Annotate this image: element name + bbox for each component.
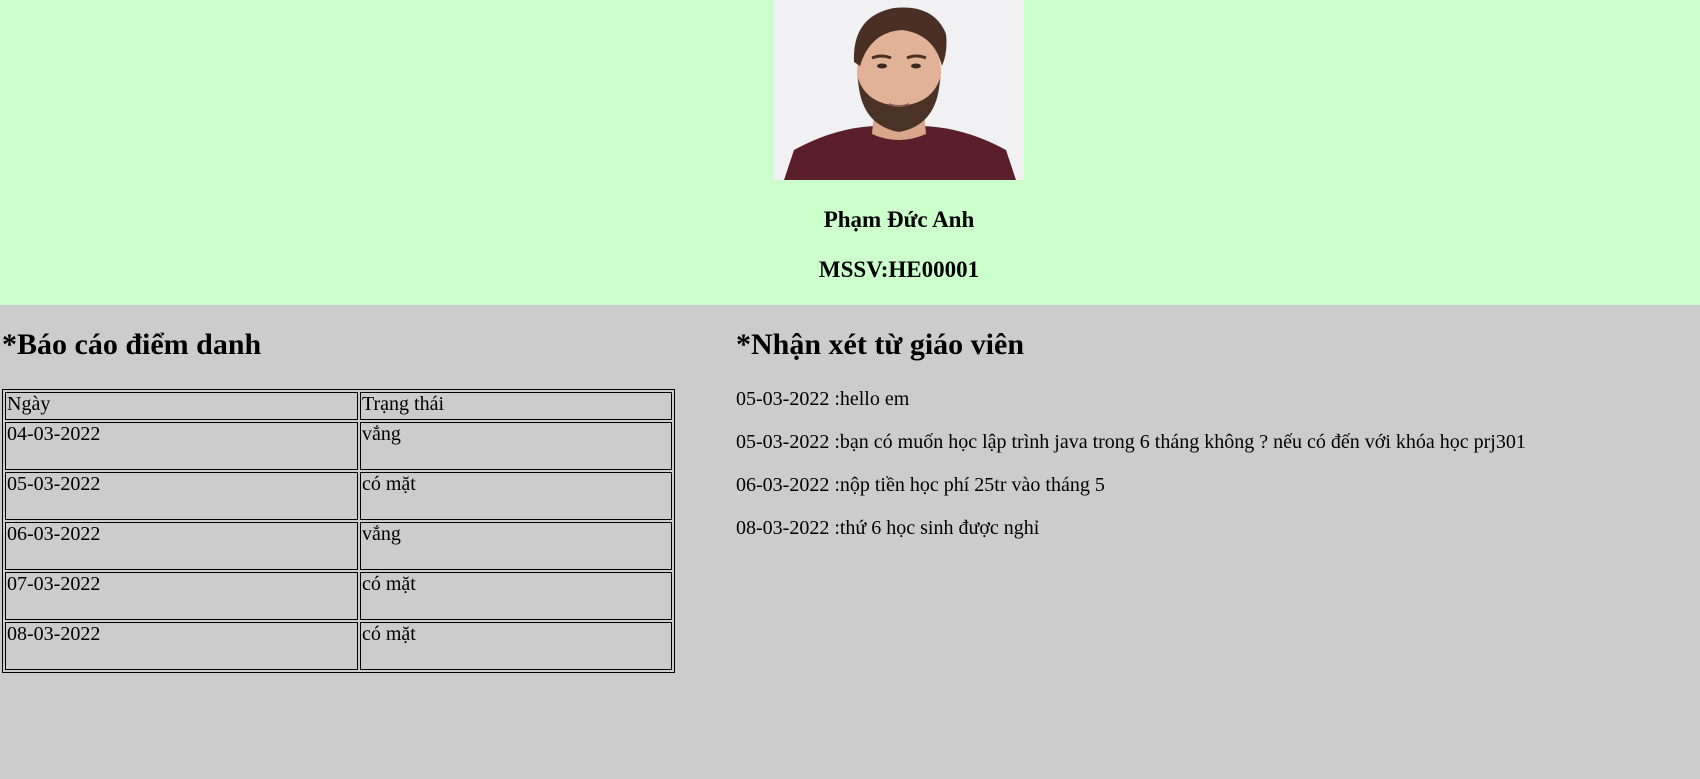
row-status: có mặt <box>360 622 672 670</box>
row-date: 04-03-2022 <box>5 422 358 470</box>
comment-item: 08-03-2022 :thứ 6 học sinh được nghỉ <box>736 517 1040 539</box>
header-date: Ngày <box>5 392 358 420</box>
row-date: 05-03-2022 <box>5 472 358 520</box>
attendance-title: *Báo cáo điểm danh <box>2 328 262 361</box>
table-header-row: Ngày Trạng thái <box>5 392 672 420</box>
row-date: 07-03-2022 <box>5 572 358 620</box>
table-row: 07-03-2022 có mặt <box>5 572 672 620</box>
comments-title: *Nhận xét từ giáo viên <box>736 328 1025 361</box>
table-row: 04-03-2022 vắng <box>5 422 672 470</box>
row-date: 08-03-2022 <box>5 622 358 670</box>
table-row: 05-03-2022 có mặt <box>5 472 672 520</box>
profile-header: Phạm Đức Anh MSSV:HE00001 <box>0 0 1700 305</box>
row-status: có mặt <box>360 572 672 620</box>
comment-item: 05-03-2022 :hello em <box>736 388 910 410</box>
row-status: vắng <box>360 422 672 470</box>
row-date: 06-03-2022 <box>5 522 358 570</box>
student-id: MSSV:HE00001 <box>818 257 980 282</box>
comment-item: 06-03-2022 :nộp tiền học phí 25tr vào th… <box>736 474 1105 496</box>
student-avatar <box>774 0 1024 180</box>
table-row: 08-03-2022 có mặt <box>5 622 672 670</box>
table-row: 06-03-2022 vắng <box>5 522 672 570</box>
row-status: có mặt <box>360 472 672 520</box>
row-status: vắng <box>360 522 672 570</box>
header-status: Trạng thái <box>360 392 672 420</box>
attendance-table: Ngày Trạng thái 04-03-2022 vắng 05-03-20… <box>2 389 675 673</box>
comment-item: 05-03-2022 :bạn có muốn học lập trình ja… <box>736 431 1526 453</box>
student-name: Phạm Đức Anh <box>823 207 975 232</box>
